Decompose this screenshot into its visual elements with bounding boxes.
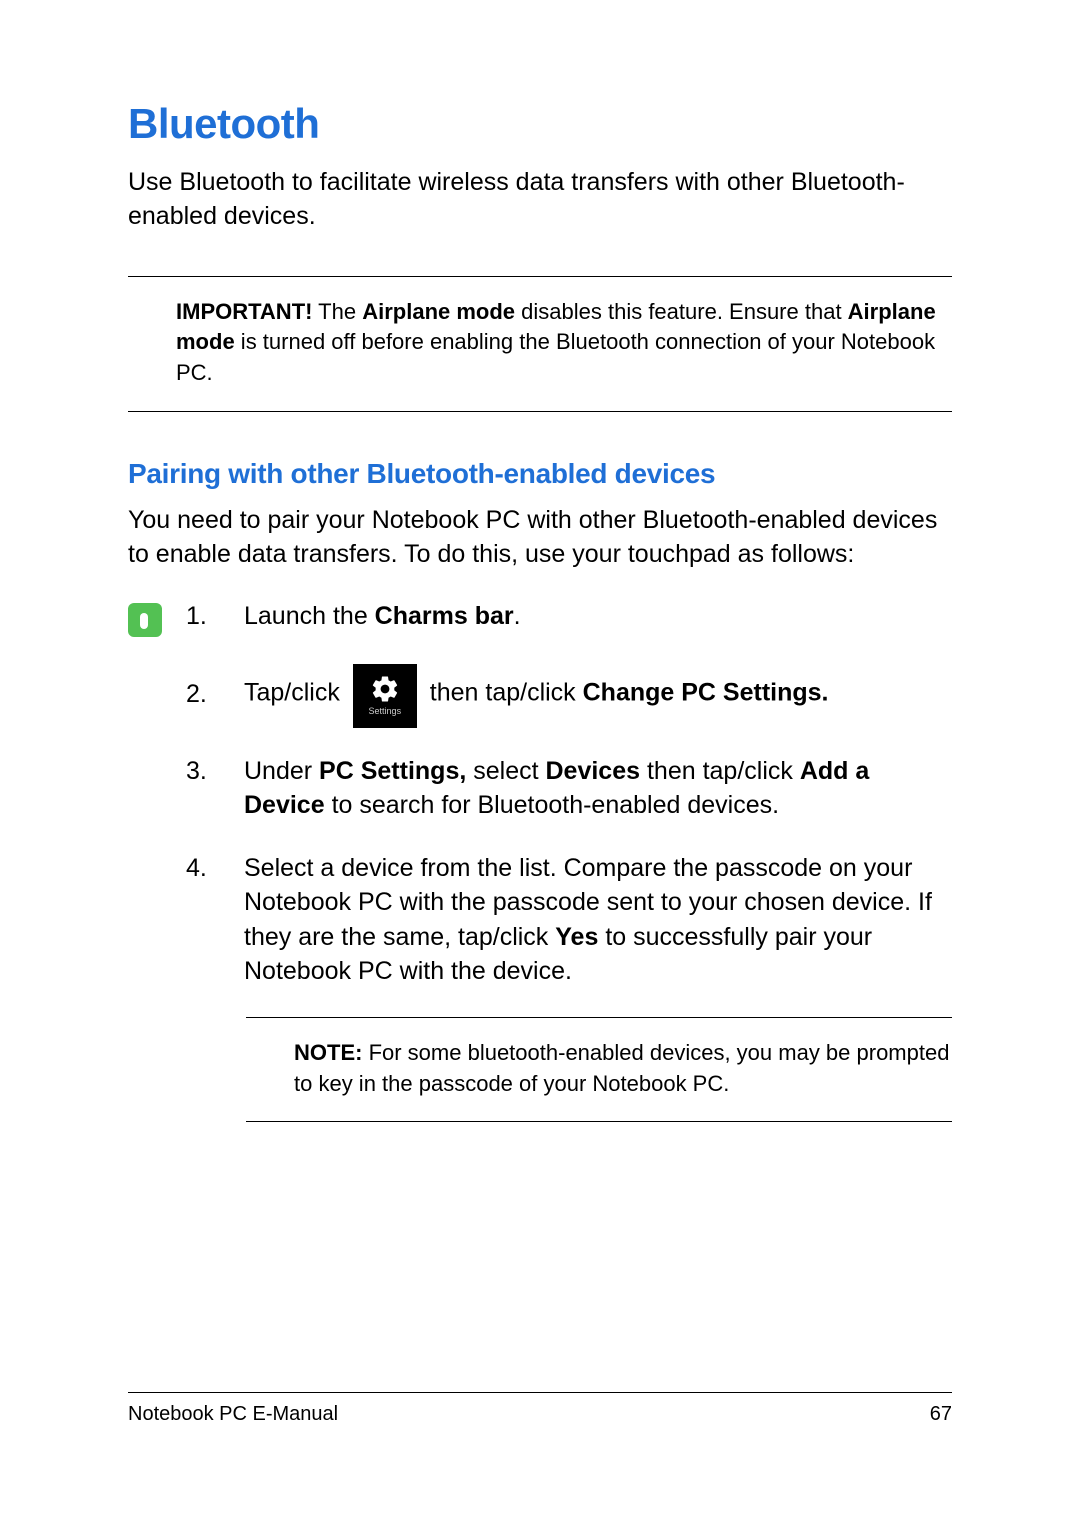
section-intro: Use Bluetooth to facilitate wireless dat… [128,166,952,234]
step-4: 4. Select a device from the list. Compar… [186,851,952,989]
important-label: IMPORTANT! [176,299,312,324]
note-label: NOTE: [294,1040,362,1065]
step-term: PC Settings, [319,757,466,785]
step-text: then tap/click [640,757,800,785]
step-term: Charms bar [375,602,514,630]
step-term: Yes [555,923,598,951]
note-text: For some bluetooth-enabled devices, you … [294,1040,949,1096]
important-text-3: is turned off before enabling the Blueto… [176,329,935,385]
steps-list: 1. Launch the Charms bar. 2. Tap/click S… [186,599,952,1122]
step-term: Change PC Settings. [583,679,829,707]
step-text: Tap/click [244,679,347,707]
section-title: Bluetooth [128,100,952,148]
page-content: Bluetooth Use Bluetooth to facilitate wi… [128,100,952,1122]
footer-doc-title: Notebook PC E-Manual [128,1403,338,1426]
step-number: 4. [186,851,216,886]
step-number: 2. [186,677,216,712]
important-callout: IMPORTANT! The Airplane mode disables th… [128,276,952,412]
step-text: . [514,602,521,630]
step-text: then tap/click [430,679,583,707]
step-1: 1. Launch the Charms bar. [186,599,952,634]
important-text-1: The [312,299,362,324]
step-text: Under [244,757,319,785]
touchpad-icon [128,603,162,637]
note-callout: NOTE: For some bluetooth-enabled devices… [246,1017,952,1123]
settings-tile-label: Settings [369,705,402,717]
step-body: Tap/click Settings then tap/click Change… [244,662,952,726]
step-number: 1. [186,599,216,634]
step-text: to search for Bluetooth-enabled devices. [325,791,779,819]
settings-tile: Settings [353,664,417,728]
page-footer: Notebook PC E-Manual 67 [128,1392,952,1426]
step-2: 2. Tap/click Settings then tap/click Cha… [186,662,952,726]
step-number: 3. [186,754,216,789]
footer-page-number: 67 [930,1403,952,1426]
important-text-2: disables this feature. Ensure that [515,299,848,324]
step-term: Devices [546,757,641,785]
steps-container: 1. Launch the Charms bar. 2. Tap/click S… [128,599,952,1122]
subsection-intro: You need to pair your Notebook PC with o… [128,504,952,572]
step-text: select [466,757,545,785]
step-body: Select a device from the list. Compare t… [244,851,952,989]
important-term-1: Airplane mode [362,299,515,324]
subsection-title: Pairing with other Bluetooth-enabled dev… [128,458,952,490]
step-text: Launch the [244,602,375,630]
gear-icon [370,674,400,704]
step-body: Under PC Settings, select Devices then t… [244,754,952,823]
step-body: Launch the Charms bar. [244,599,952,634]
step-3: 3. Under PC Settings, select Devices the… [186,754,952,823]
